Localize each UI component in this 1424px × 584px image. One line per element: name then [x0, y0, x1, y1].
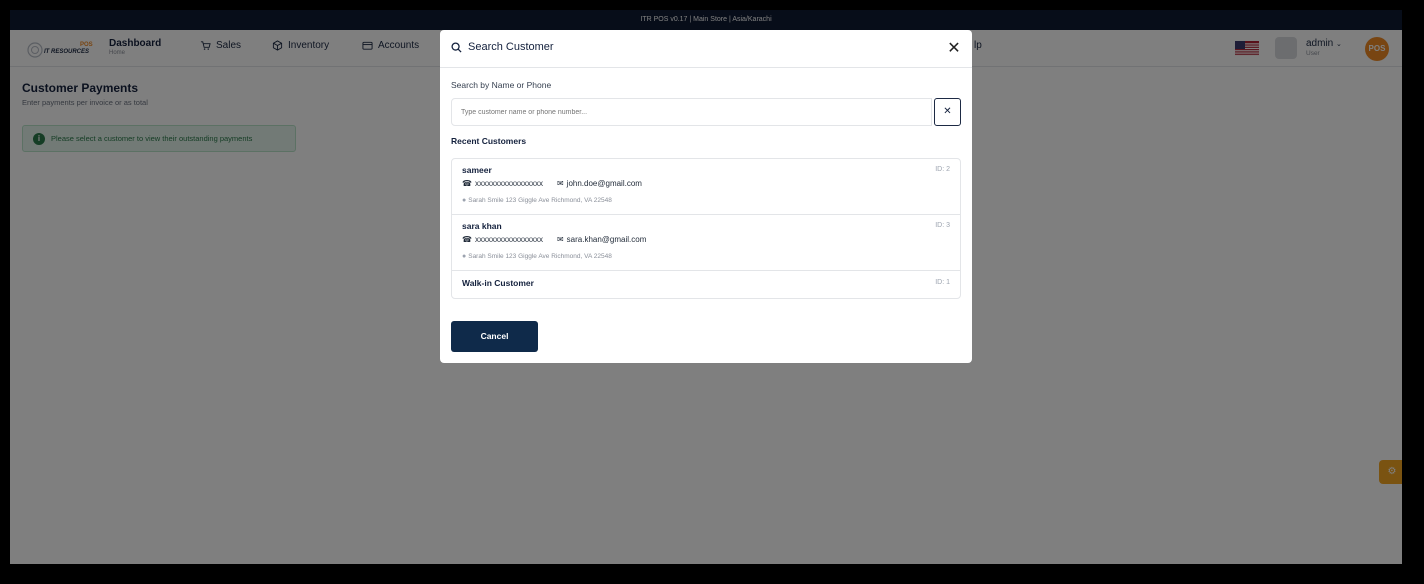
modal-title: Search Customer — [451, 41, 554, 53]
customer-address: ● Sarah Smile 123 Giggle Ave Richmond, V… — [462, 253, 612, 260]
search-customer-modal: Search Customer ✕ Search by Name or Phon… — [440, 30, 972, 363]
map-pin-icon: ● — [462, 253, 467, 260]
customer-phone: xxxxxxxxxxxxxxxxx — [474, 179, 543, 188]
customer-name: sara khan — [462, 221, 502, 231]
map-pin-icon: ● — [462, 197, 467, 204]
clear-search-button[interactable]: ✕ — [934, 98, 961, 126]
customer-contact: ☎ xxxxxxxxxxxxxxxxx ✉ sara.khan@gmail.co… — [462, 235, 646, 244]
customer-phone: xxxxxxxxxxxxxxxxx — [474, 235, 543, 244]
customer-id: ID: 3 — [935, 222, 950, 229]
customer-id: ID: 2 — [935, 166, 950, 173]
search-icon — [451, 41, 462, 53]
list-item[interactable]: sameer ID: 2 ☎ xxxxxxxxxxxxxxxxx ✉ john.… — [452, 159, 960, 215]
customer-id: ID: 1 — [935, 279, 950, 286]
phone-icon: ☎ — [462, 235, 472, 244]
customer-address-text: Sarah Smile 123 Giggle Ave Richmond, VA … — [468, 197, 612, 204]
customer-list: sameer ID: 2 ☎ xxxxxxxxxxxxxxxxx ✉ john.… — [451, 158, 961, 299]
search-input[interactable] — [451, 98, 932, 126]
envelope-icon: ✉ — [556, 235, 564, 244]
phone-icon: ☎ — [462, 179, 472, 188]
customer-name: Walk-in Customer — [462, 278, 534, 288]
search-label: Search by Name or Phone — [451, 80, 552, 90]
customer-name: sameer — [462, 165, 492, 175]
customer-email: sara.khan@gmail.com — [566, 235, 647, 244]
list-item[interactable]: sara khan ID: 3 ☎ xxxxxxxxxxxxxxxxx ✉ sa… — [452, 215, 960, 271]
modal-header: Search Customer ✕ — [440, 30, 972, 68]
customer-address-text: Sarah Smile 123 Giggle Ave Richmond, VA … — [468, 253, 612, 260]
app-screen: ITR POS v0.17 | Main Store | Asia/Karach… — [10, 10, 1402, 564]
recent-customers-label: Recent Customers — [451, 136, 527, 146]
envelope-icon: ✉ — [556, 179, 564, 188]
modal-title-text: Search Customer — [468, 41, 554, 53]
customer-contact: ☎ xxxxxxxxxxxxxxxxx ✉ john.doe@gmail.com — [462, 179, 642, 188]
list-item[interactable]: Walk-in Customer ID: 1 — [452, 271, 960, 298]
cancel-button[interactable]: Cancel — [451, 321, 538, 352]
customer-email: john.doe@gmail.com — [566, 179, 642, 188]
close-icon[interactable]: ✕ — [945, 40, 963, 58]
customer-address: ● Sarah Smile 123 Giggle Ave Richmond, V… — [462, 197, 612, 204]
